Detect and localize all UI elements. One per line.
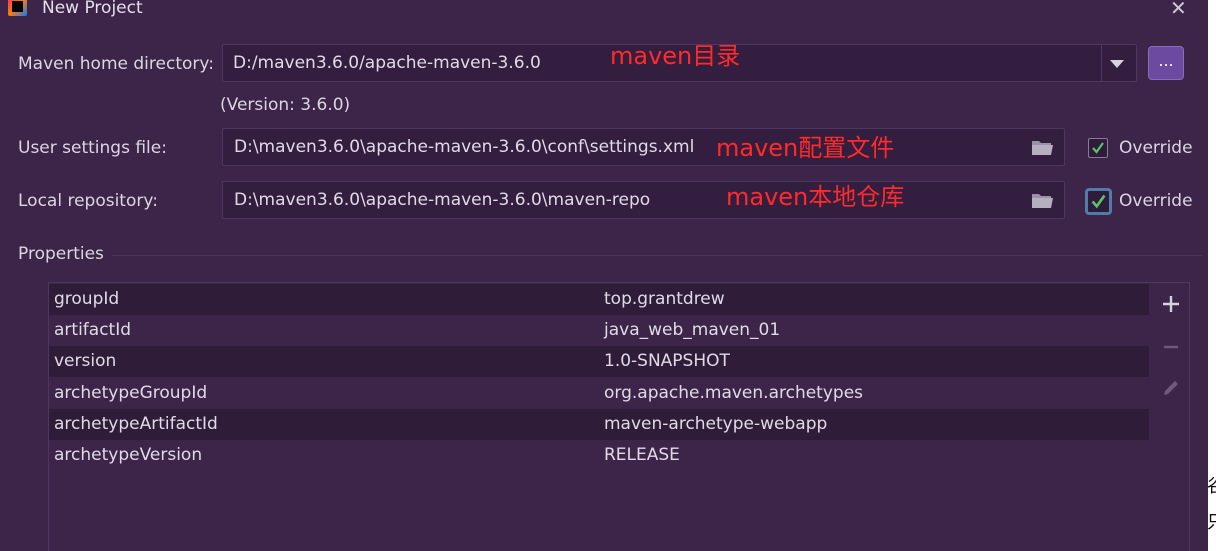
close-icon[interactable]: ✕ bbox=[1170, 0, 1187, 20]
pencil-icon[interactable] bbox=[1160, 377, 1182, 399]
annotation-user-settings: maven配置文件 bbox=[716, 134, 895, 162]
plus-icon[interactable] bbox=[1160, 293, 1182, 315]
property-value[interactable]: java_web_maven_01 bbox=[604, 320, 780, 340]
minus-icon[interactable] bbox=[1160, 336, 1182, 358]
property-key: archetypeVersion bbox=[54, 445, 203, 465]
user-settings-label: User settings file: bbox=[18, 138, 167, 158]
folder-icon[interactable] bbox=[1031, 139, 1054, 156]
window-title: New Project bbox=[42, 0, 143, 18]
table-row[interactable]: archetypeArtifactId maven-archetype-weba… bbox=[49, 409, 1149, 440]
section-divider bbox=[112, 255, 1202, 256]
properties-section-title: Properties bbox=[18, 244, 104, 264]
background-window-text: 只 bbox=[1207, 508, 1216, 534]
property-key: archetypeArtifactId bbox=[54, 414, 218, 434]
property-value[interactable]: org.apache.maven.archetypes bbox=[604, 383, 863, 403]
maven-version-text: (Version: 3.6.0) bbox=[220, 95, 351, 115]
property-value[interactable]: RELEASE bbox=[604, 445, 680, 465]
maven-home-value[interactable]: D:/maven3.6.0/apache-maven-3.6.0 bbox=[233, 53, 541, 73]
combo-divider bbox=[1101, 45, 1102, 81]
title-bar: New Project ✕ bbox=[0, 0, 1208, 20]
property-value[interactable]: top.grantdrew bbox=[604, 289, 725, 309]
user-settings-override-checkbox[interactable] bbox=[1088, 138, 1108, 158]
checkmark-icon bbox=[1091, 194, 1106, 209]
table-row[interactable]: artifactId java_web_maven_01 bbox=[49, 315, 1149, 346]
user-settings-value[interactable]: D:\maven3.6.0\apache-maven-3.6.0\conf\se… bbox=[234, 137, 694, 157]
background-window-text: 谷 bbox=[1207, 472, 1216, 498]
property-key: version bbox=[54, 351, 117, 371]
new-project-dialog: New Project ✕ Maven home directory: D:/m… bbox=[0, 0, 1208, 551]
maven-home-label: Maven home directory: bbox=[18, 54, 214, 74]
local-repo-field[interactable]: D:\maven3.6.0\apache-maven-3.6.0\maven-r… bbox=[222, 181, 1065, 219]
table-row[interactable]: archetypeGroupId org.apache.maven.archet… bbox=[49, 378, 1149, 409]
intellij-app-icon bbox=[8, 0, 27, 16]
property-key: groupId bbox=[54, 289, 120, 309]
local-repo-override-label[interactable]: Override bbox=[1119, 191, 1193, 211]
annotation-local-repo: maven本地仓库 bbox=[726, 183, 905, 211]
user-settings-override-label[interactable]: Override bbox=[1119, 138, 1193, 158]
browse-maven-home-button[interactable]: ... bbox=[1148, 46, 1184, 80]
local-repo-value[interactable]: D:\maven3.6.0\apache-maven-3.6.0\maven-r… bbox=[234, 190, 650, 210]
annotation-maven-home: maven目录 bbox=[610, 42, 741, 70]
local-repo-label: Local repository: bbox=[18, 191, 158, 211]
table-row[interactable]: archetypeVersion RELEASE bbox=[49, 440, 1149, 471]
table-row[interactable]: version 1.0-SNAPSHOT bbox=[49, 346, 1149, 377]
property-key: artifactId bbox=[54, 320, 132, 340]
property-value[interactable]: maven-archetype-webapp bbox=[604, 414, 827, 434]
local-repo-override-checkbox[interactable] bbox=[1085, 188, 1112, 215]
table-row[interactable]: groupId top.grantdrew bbox=[49, 284, 1149, 315]
folder-icon[interactable] bbox=[1031, 192, 1054, 209]
user-settings-field[interactable]: D:\maven3.6.0\apache-maven-3.6.0\conf\se… bbox=[222, 128, 1065, 166]
checkmark-icon bbox=[1092, 142, 1104, 154]
properties-toolbar bbox=[1150, 282, 1190, 551]
property-key: archetypeGroupId bbox=[54, 383, 208, 403]
chevron-down-icon[interactable] bbox=[1110, 60, 1124, 68]
property-value[interactable]: 1.0-SNAPSHOT bbox=[604, 351, 730, 371]
